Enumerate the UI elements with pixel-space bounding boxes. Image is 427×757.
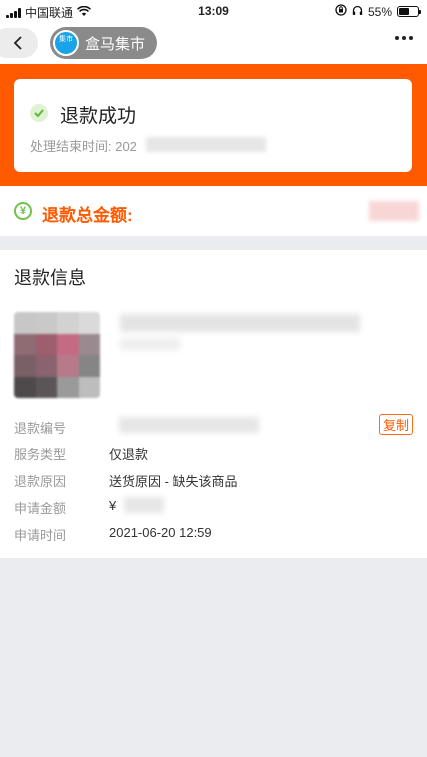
service-type-value: 仅退款 xyxy=(109,447,149,462)
apply-amount-label: 申请金额 xyxy=(14,501,67,516)
shop-logo: 集市 xyxy=(53,30,79,56)
redacted-refund-id xyxy=(119,417,259,433)
redacted-time xyxy=(146,137,266,152)
refund-id-row: 退款编号 复制 xyxy=(14,414,413,438)
refund-total-row: ¥ 退款总金额: xyxy=(0,186,427,236)
product-image[interactable] xyxy=(14,312,100,398)
redacted-total-amount xyxy=(369,201,419,221)
apply-amount-value: ¥ xyxy=(109,498,117,513)
refund-info-title: 退款信息 xyxy=(14,268,86,288)
apply-time-row: 申请时间 2021-06-20 12:59 xyxy=(14,521,413,545)
shop-entry[interactable]: 集市 盒马集市 xyxy=(50,27,157,59)
apply-time-value: 2021-06-20 12:59 xyxy=(109,525,212,540)
refund-total-label: 退款总金额: xyxy=(42,206,133,225)
service-type-label: 服务类型 xyxy=(14,447,67,462)
back-button[interactable] xyxy=(0,28,38,58)
refund-reason-value: 送货原因 - 缺失该商品 xyxy=(109,474,238,489)
refund-status-card: 退款成功 处理结束时间: 202 xyxy=(14,79,412,172)
shop-name: 盒马集市 xyxy=(85,35,146,53)
refund-reason-label: 退款原因 xyxy=(14,474,67,489)
copy-button[interactable]: 复制 xyxy=(379,414,413,435)
refund-info-section: 退款信息 退款编号 复制 服务类型 仅退款 退款原因 送货原因 - 缺失该商品 … xyxy=(0,250,427,558)
battery-icon xyxy=(397,6,421,17)
more-options-icon[interactable] xyxy=(395,36,413,40)
refund-status-title: 退款成功 xyxy=(60,106,137,127)
check-icon xyxy=(30,104,48,122)
redacted-apply-amount xyxy=(124,497,164,513)
redacted-product-spec xyxy=(120,338,180,350)
refund-finish-time: 处理结束时间: 202 xyxy=(30,139,137,154)
orientation-lock-icon xyxy=(335,4,347,19)
refund-reason-row: 退款原因 送货原因 - 缺失该商品 xyxy=(14,467,413,491)
chevron-left-icon xyxy=(13,36,22,50)
headphones-icon xyxy=(352,5,363,19)
status-bar: 中国联通 13:09 55% xyxy=(0,0,427,22)
apply-time-label: 申请时间 xyxy=(14,528,67,543)
redacted-product-name xyxy=(120,314,360,332)
yen-icon: ¥ xyxy=(14,202,32,220)
nav-bar: 集市 盒马集市 xyxy=(0,22,427,64)
service-type-row: 服务类型 仅退款 xyxy=(14,440,413,464)
apply-amount-row: 申请金额 ¥ xyxy=(14,494,413,518)
battery-percent: 55% xyxy=(367,4,392,19)
refund-id-label: 退款编号 xyxy=(14,421,67,436)
